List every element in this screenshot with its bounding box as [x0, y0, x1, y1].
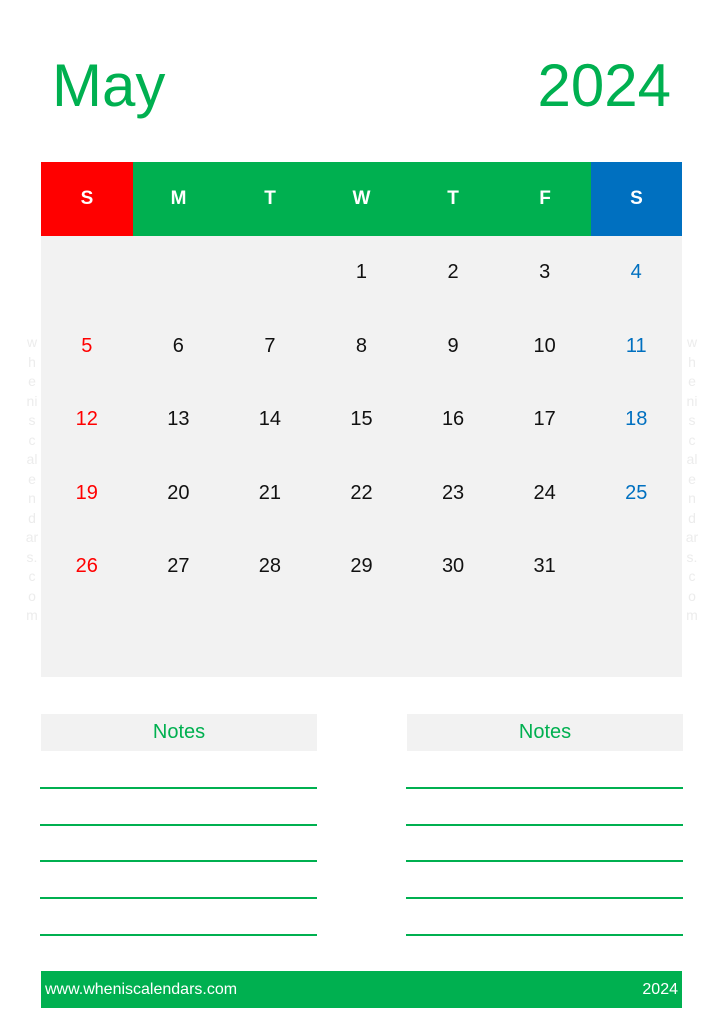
- day-cell[interactable]: 21: [224, 457, 316, 531]
- day-cell[interactable]: 12: [41, 383, 133, 457]
- day-cell[interactable]: 31: [499, 530, 591, 604]
- footer-bar: www.wheniscalendars.com 2024: [41, 971, 682, 1008]
- day-cell[interactable]: 29: [316, 530, 408, 604]
- weekday-header-2: T: [224, 162, 316, 236]
- note-line[interactable]: [406, 787, 683, 789]
- note-line[interactable]: [40, 933, 317, 936]
- day-cell[interactable]: 6: [133, 310, 225, 384]
- footer-website-link[interactable]: www.wheniscalendars.com: [41, 981, 241, 999]
- day-cell[interactable]: 7: [224, 310, 316, 384]
- watermark-right: whenis calendars.com: [685, 334, 699, 623]
- weekday-header-row: SMTWTFS: [41, 162, 682, 236]
- day-cell[interactable]: 5: [41, 310, 133, 384]
- day-cell[interactable]: 15: [316, 383, 408, 457]
- day-cell[interactable]: 3: [499, 236, 591, 310]
- year-title: 2024: [537, 52, 671, 119]
- weekday-header-4: T: [407, 162, 499, 236]
- weekday-header-0: S: [41, 162, 133, 236]
- calendar-grid: SMTWTFS 1 2 3 4 5 6 7 8 9 10 11 12 13 14 15 16 17 18 19 20 2…: [41, 162, 682, 677]
- day-cell[interactable]: 27: [133, 530, 225, 604]
- day-cell[interactable]: 20: [133, 457, 225, 531]
- note-line[interactable]: [40, 787, 317, 789]
- note-line[interactable]: [406, 860, 683, 863]
- note-line[interactable]: [406, 933, 683, 936]
- notes-section-left: Notes: [40, 714, 317, 936]
- watermark-left: whenis calendars.com: [25, 334, 39, 623]
- day-cell[interactable]: 16: [407, 383, 499, 457]
- day-cell[interactable]: 13: [133, 383, 225, 457]
- weekday-header-5: F: [499, 162, 591, 236]
- day-cell[interactable]: 28: [224, 530, 316, 604]
- day-cell[interactable]: 17: [499, 383, 591, 457]
- day-cell[interactable]: 26: [41, 530, 133, 604]
- note-line[interactable]: [40, 860, 317, 863]
- day-cell[interactable]: 1: [316, 236, 408, 310]
- day-cell[interactable]: 30: [407, 530, 499, 604]
- notes-title: Notes: [407, 714, 683, 751]
- day-cell[interactable]: 25: [590, 457, 682, 531]
- day-cell[interactable]: 22: [316, 457, 408, 531]
- day-cell[interactable]: 14: [224, 383, 316, 457]
- footer-year: 2024: [642, 980, 678, 998]
- notes-title: Notes: [41, 714, 317, 751]
- note-line[interactable]: [40, 897, 317, 900]
- day-cell[interactable]: 8: [316, 310, 408, 384]
- day-cell[interactable]: 4: [590, 236, 682, 310]
- weekday-header-6: S: [591, 162, 682, 236]
- day-cell[interactable]: 10: [499, 310, 591, 384]
- notes-section-right: Notes: [406, 714, 683, 936]
- weekday-header-1: M: [133, 162, 224, 236]
- note-line[interactable]: [406, 897, 683, 900]
- day-cell[interactable]: 19: [41, 457, 133, 531]
- note-line[interactable]: [406, 823, 683, 826]
- day-cell[interactable]: 23: [407, 457, 499, 531]
- day-cell[interactable]: 11: [590, 310, 682, 384]
- month-title: May: [52, 52, 166, 119]
- day-cell[interactable]: 24: [499, 457, 591, 531]
- day-cell[interactable]: 2: [407, 236, 499, 310]
- weekday-header-3: W: [316, 162, 407, 236]
- day-cell[interactable]: 9: [407, 310, 499, 384]
- note-line[interactable]: [40, 823, 317, 826]
- day-cell[interactable]: 18: [590, 383, 682, 457]
